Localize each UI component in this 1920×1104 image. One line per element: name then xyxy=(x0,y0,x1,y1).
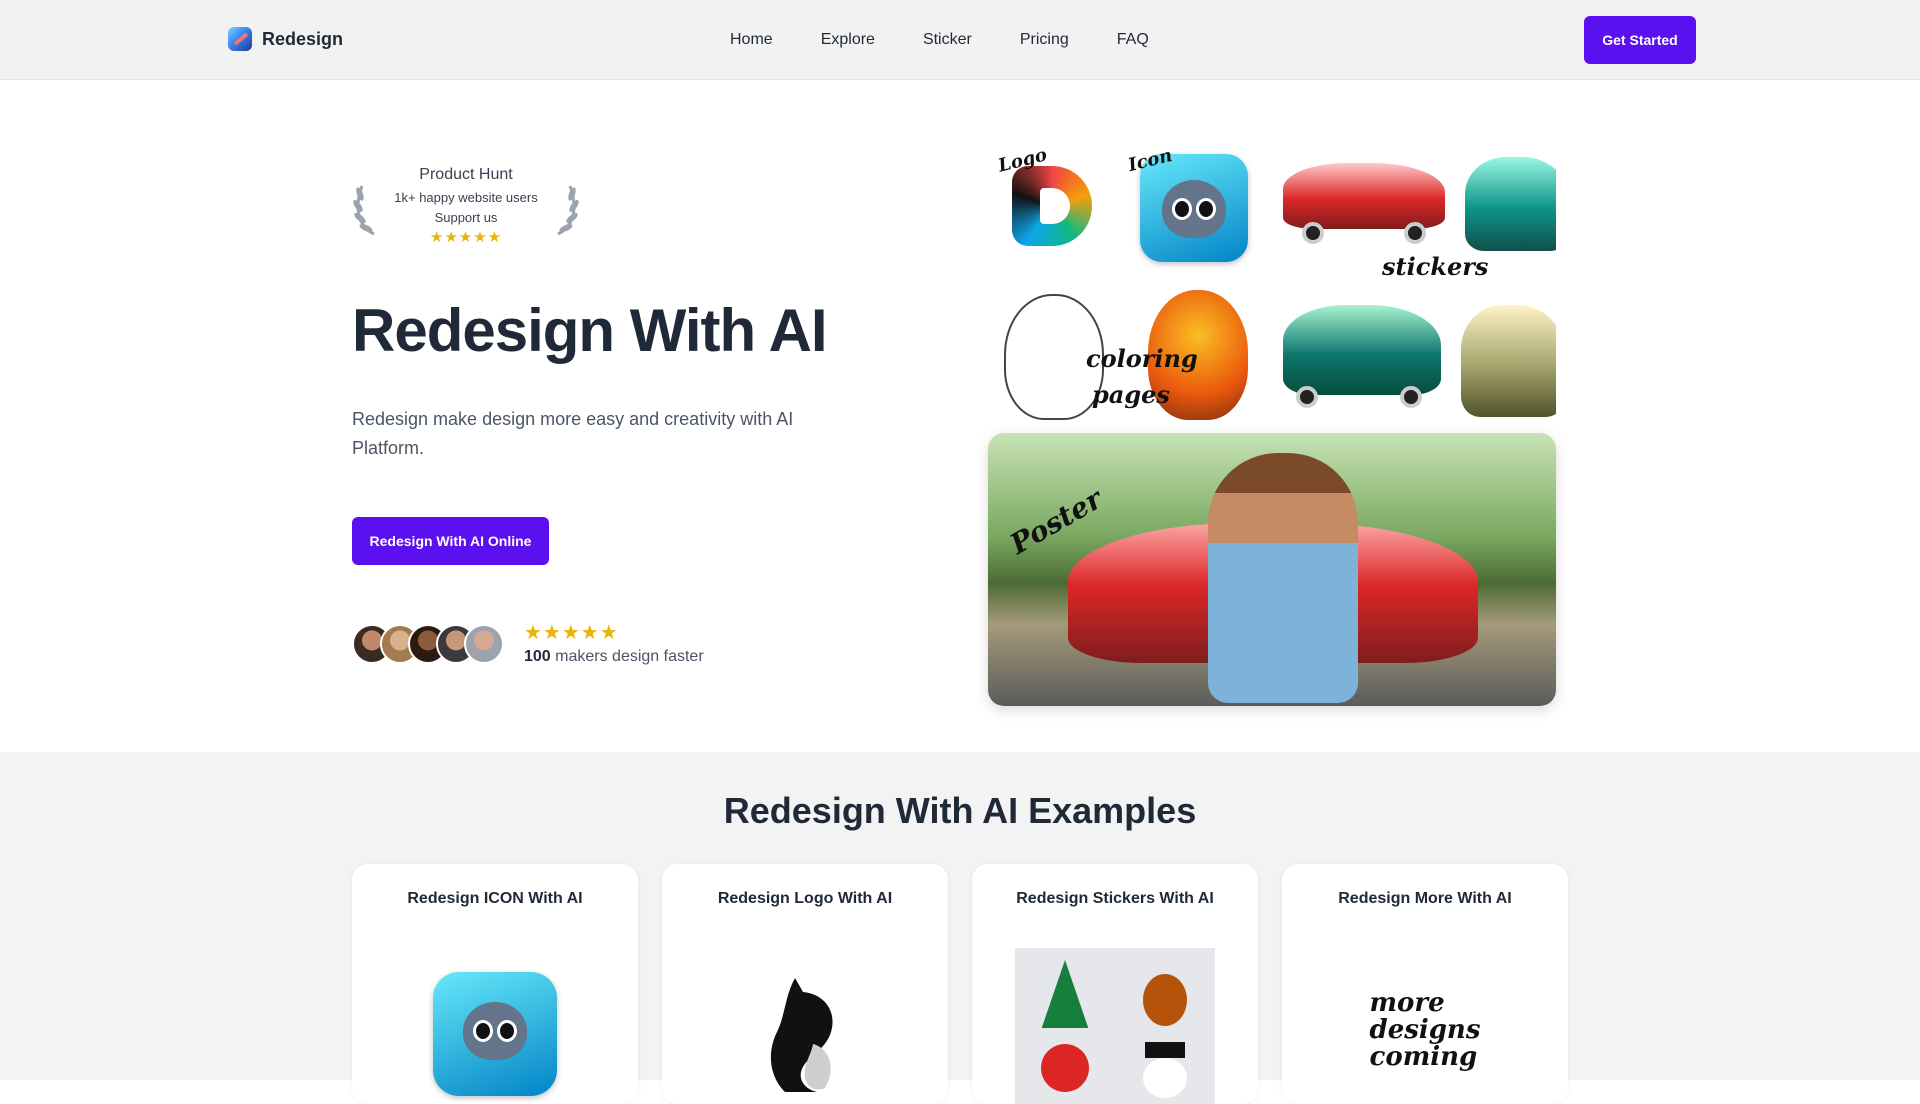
hero-title: Redesign With AI xyxy=(352,297,828,364)
wheel-icon xyxy=(1302,222,1324,244)
man-figure xyxy=(1208,453,1358,703)
examples-section: Redesign With AI Examples Redesign ICON … xyxy=(0,752,1920,1104)
more-art-line: more xyxy=(1369,988,1445,1018)
husky-icon-image xyxy=(433,972,557,1096)
icon-sample-tile: Icon xyxy=(1128,146,1258,276)
example-card-title: Redesign ICON With AI xyxy=(407,890,583,907)
example-card-stickers[interactable]: Redesign Stickers With AI xyxy=(972,864,1258,1104)
poster-sample-image: Poster xyxy=(988,433,1556,706)
brand-home-link[interactable]: Redesign xyxy=(228,27,343,51)
nav-pricing-link[interactable]: Pricing xyxy=(1020,31,1069,49)
example-card-title: Redesign More With AI xyxy=(1338,890,1512,907)
wheel-icon xyxy=(1296,386,1318,408)
brand-logo-icon xyxy=(228,27,252,51)
nav-explore-link[interactable]: Explore xyxy=(821,31,875,49)
nav-home-link[interactable]: Home xyxy=(730,31,773,49)
more-art-line: coming xyxy=(1369,1042,1478,1072)
snowman-sticker xyxy=(1115,1028,1215,1104)
cars-sample-tile xyxy=(1272,286,1556,426)
stickers-sample-tile: stickers xyxy=(1272,146,1556,286)
example-card-title: Redesign Logo With AI xyxy=(717,890,893,907)
wheel-icon xyxy=(1400,386,1422,408)
top-navbar: Redesign Home Explore Sticker Pricing FA… xyxy=(0,0,1920,80)
nav-faq-link[interactable]: FAQ xyxy=(1117,31,1149,49)
hero-showcase-collage: Logo Icon stickers coloring pages Poster xyxy=(988,146,1556,706)
hero-description: Redesign make design more easy and creat… xyxy=(352,409,794,458)
logo-sample-tile: Logo xyxy=(988,146,1118,276)
coloring-label: coloring xyxy=(1086,344,1198,373)
makers-caption: 100 makers design faster xyxy=(524,648,704,666)
product-hunt-text: Product Hunt 1k+ happy website users Sup… xyxy=(382,162,550,248)
product-hunt-stars: ★★★★★ xyxy=(429,229,503,246)
laurel-right-icon xyxy=(557,185,579,236)
example-card-title: Redesign Stickers With AI xyxy=(1016,890,1214,907)
nav-links: Home Explore Sticker Pricing FAQ xyxy=(730,0,1149,80)
nav-sticker-link[interactable]: Sticker xyxy=(923,31,972,49)
makers-count: 100 xyxy=(524,648,551,665)
makers-rating-stars: ★★★★★ xyxy=(524,622,619,644)
teal-car-sticker xyxy=(1462,154,1556,254)
coloring-pages-tile: coloring pages xyxy=(988,286,1272,426)
more-art-line: designs xyxy=(1369,1015,1481,1045)
avatar-group xyxy=(352,624,512,666)
cream-car-sticker xyxy=(1458,302,1556,420)
product-hunt-support: Support us xyxy=(434,210,498,225)
laurel-left-icon xyxy=(353,185,375,236)
more-designs-coming-art: more designs coming xyxy=(1370,990,1481,1071)
get-started-button[interactable]: Get Started xyxy=(1584,16,1696,64)
example-card-more[interactable]: Redesign More With AI more designs comin… xyxy=(1282,864,1568,1104)
pages-label: pages xyxy=(1092,380,1170,409)
examples-title: Redesign With AI Examples xyxy=(723,790,1197,831)
christmas-stickers-grid xyxy=(1015,948,1215,1104)
example-card-logo[interactable]: Redesign Logo With AI xyxy=(662,864,948,1104)
green-car-sticker xyxy=(1280,302,1444,398)
stickers-sample-label: stickers xyxy=(1382,252,1489,281)
husky-app-icon xyxy=(1140,154,1248,262)
product-hunt-title: Product Hunt xyxy=(419,166,513,183)
product-hunt-users: 1k+ happy website users xyxy=(394,190,538,205)
example-card-icon[interactable]: Redesign ICON With AI xyxy=(352,864,638,1104)
makers-caption-text: makers design faster xyxy=(550,648,704,665)
red-car-sticker xyxy=(1280,160,1448,232)
cat-logo-image xyxy=(770,978,833,1092)
logo-d-image xyxy=(1012,166,1092,246)
avatar xyxy=(464,624,504,664)
poster-label: Poster xyxy=(1004,482,1108,561)
christmas-tree-sticker xyxy=(1015,948,1115,1030)
brand-name: Redesign xyxy=(262,28,344,49)
hero-section xyxy=(0,81,1920,752)
reindeer-sticker xyxy=(1115,948,1215,1028)
wheel-icon xyxy=(1404,222,1426,244)
redesign-online-button[interactable]: Redesign With AI Online xyxy=(352,517,549,565)
product-hunt-badge[interactable]: Product Hunt 1k+ happy website users Sup… xyxy=(352,162,580,252)
santa-sticker xyxy=(1015,1028,1115,1104)
